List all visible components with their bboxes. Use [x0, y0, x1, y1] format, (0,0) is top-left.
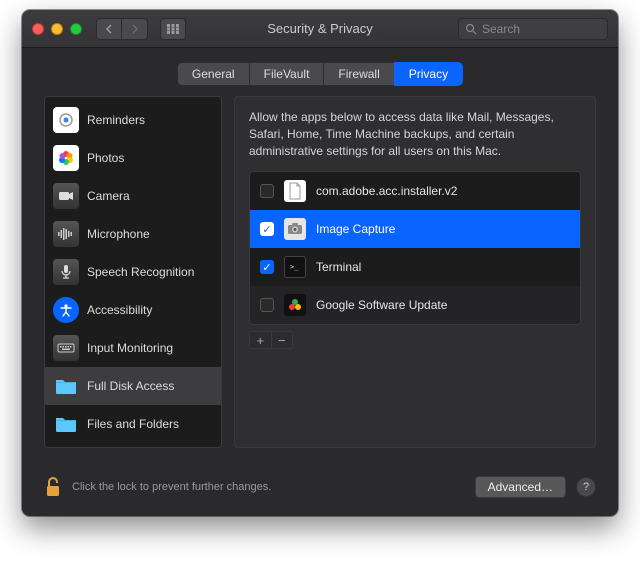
tab-firewall[interactable]: Firewall	[323, 62, 393, 86]
description-text: Allow the apps below to access data like…	[249, 109, 581, 159]
accessibility-icon	[53, 297, 79, 323]
input-monitoring-icon	[53, 335, 79, 361]
sidebar-item-label: Files and Folders	[87, 417, 179, 431]
document-icon	[284, 180, 306, 202]
sidebar-item-label: Speech Recognition	[87, 265, 194, 279]
image-capture-icon	[284, 218, 306, 240]
app-list[interactable]: com.adobe.acc.installer.v2 ✓ Image Captu…	[249, 171, 581, 325]
app-row[interactable]: Google Software Update	[250, 286, 580, 324]
tab-general[interactable]: General	[177, 62, 249, 86]
titlebar: Security & Privacy	[22, 10, 618, 48]
help-button[interactable]: ?	[576, 477, 596, 497]
google-updater-icon	[284, 294, 306, 316]
photos-icon	[53, 145, 79, 171]
sidebar-item-label: Camera	[87, 189, 130, 203]
sidebar-item-label: Reminders	[87, 113, 145, 127]
sidebar-item-files-and-folders[interactable]: Files and Folders	[45, 405, 221, 443]
sidebar-item-label: Photos	[87, 151, 124, 165]
back-button[interactable]	[96, 18, 122, 40]
sidebar-item-label: Full Disk Access	[87, 379, 174, 393]
zoom-button[interactable]	[70, 23, 82, 35]
show-all-button[interactable]	[160, 18, 186, 40]
close-button[interactable]	[32, 23, 44, 35]
app-name: Image Capture	[316, 222, 395, 236]
speech-recognition-icon	[53, 259, 79, 285]
svg-text:>_: >_	[290, 263, 299, 271]
search-icon	[465, 23, 477, 35]
sidebar-item-label: Accessibility	[87, 303, 152, 317]
lock-icon[interactable]	[44, 476, 62, 498]
folder-icon	[53, 373, 79, 399]
search-input[interactable]	[482, 22, 601, 36]
tab-privacy[interactable]: Privacy	[394, 62, 463, 86]
sidebar-item-reminders[interactable]: Reminders	[45, 101, 221, 139]
main-pane: Allow the apps below to access data like…	[234, 96, 596, 448]
terminal-icon: >_	[284, 256, 306, 278]
tab-bar: General FileVault Firewall Privacy	[22, 48, 618, 96]
nav-buttons	[96, 18, 148, 40]
remove-button[interactable]: −	[272, 332, 293, 348]
checkbox[interactable]: ✓	[260, 222, 274, 236]
sidebar-item-photos[interactable]: Photos	[45, 139, 221, 177]
camera-icon	[53, 183, 79, 209]
minimize-button[interactable]	[51, 23, 63, 35]
checkbox[interactable]	[260, 298, 274, 312]
checkbox[interactable]	[260, 184, 274, 198]
sidebar-item-speech-recognition[interactable]: Speech Recognition	[45, 253, 221, 291]
checkbox[interactable]: ✓	[260, 260, 274, 274]
lock-text: Click the lock to prevent further change…	[72, 481, 271, 493]
footer: Click the lock to prevent further change…	[22, 462, 618, 516]
preferences-window: Security & Privacy General FileVault Fir…	[22, 10, 618, 516]
window-controls	[32, 23, 82, 35]
reminders-icon	[53, 107, 79, 133]
sidebar-item-camera[interactable]: Camera	[45, 177, 221, 215]
app-name: com.adobe.acc.installer.v2	[316, 184, 457, 198]
content-area: Reminders Photos Camera	[22, 96, 618, 462]
app-row[interactable]: com.adobe.acc.installer.v2	[250, 172, 580, 210]
sidebar-item-accessibility[interactable]: Accessibility	[45, 291, 221, 329]
search-field[interactable]	[458, 18, 608, 40]
app-row[interactable]: ✓ >_ Terminal	[250, 248, 580, 286]
forward-button[interactable]	[122, 18, 148, 40]
tab-filevault[interactable]: FileVault	[249, 62, 324, 86]
sidebar-item-full-disk-access[interactable]: Full Disk Access	[45, 367, 221, 405]
sidebar-item-label: Input Monitoring	[87, 341, 173, 355]
app-row[interactable]: ✓ Image Capture	[250, 210, 580, 248]
privacy-category-list[interactable]: Reminders Photos Camera	[44, 96, 222, 448]
advanced-button[interactable]: Advanced…	[475, 476, 566, 498]
sidebar-item-input-monitoring[interactable]: Input Monitoring	[45, 329, 221, 367]
add-button[interactable]: +	[250, 332, 272, 348]
sidebar-item-microphone[interactable]: Microphone	[45, 215, 221, 253]
app-name: Terminal	[316, 260, 361, 274]
list-edit-controls: + −	[249, 331, 293, 349]
microphone-icon	[53, 221, 79, 247]
folder-icon	[53, 411, 79, 437]
app-name: Google Software Update	[316, 298, 447, 312]
sidebar-item-label: Microphone	[87, 227, 150, 241]
